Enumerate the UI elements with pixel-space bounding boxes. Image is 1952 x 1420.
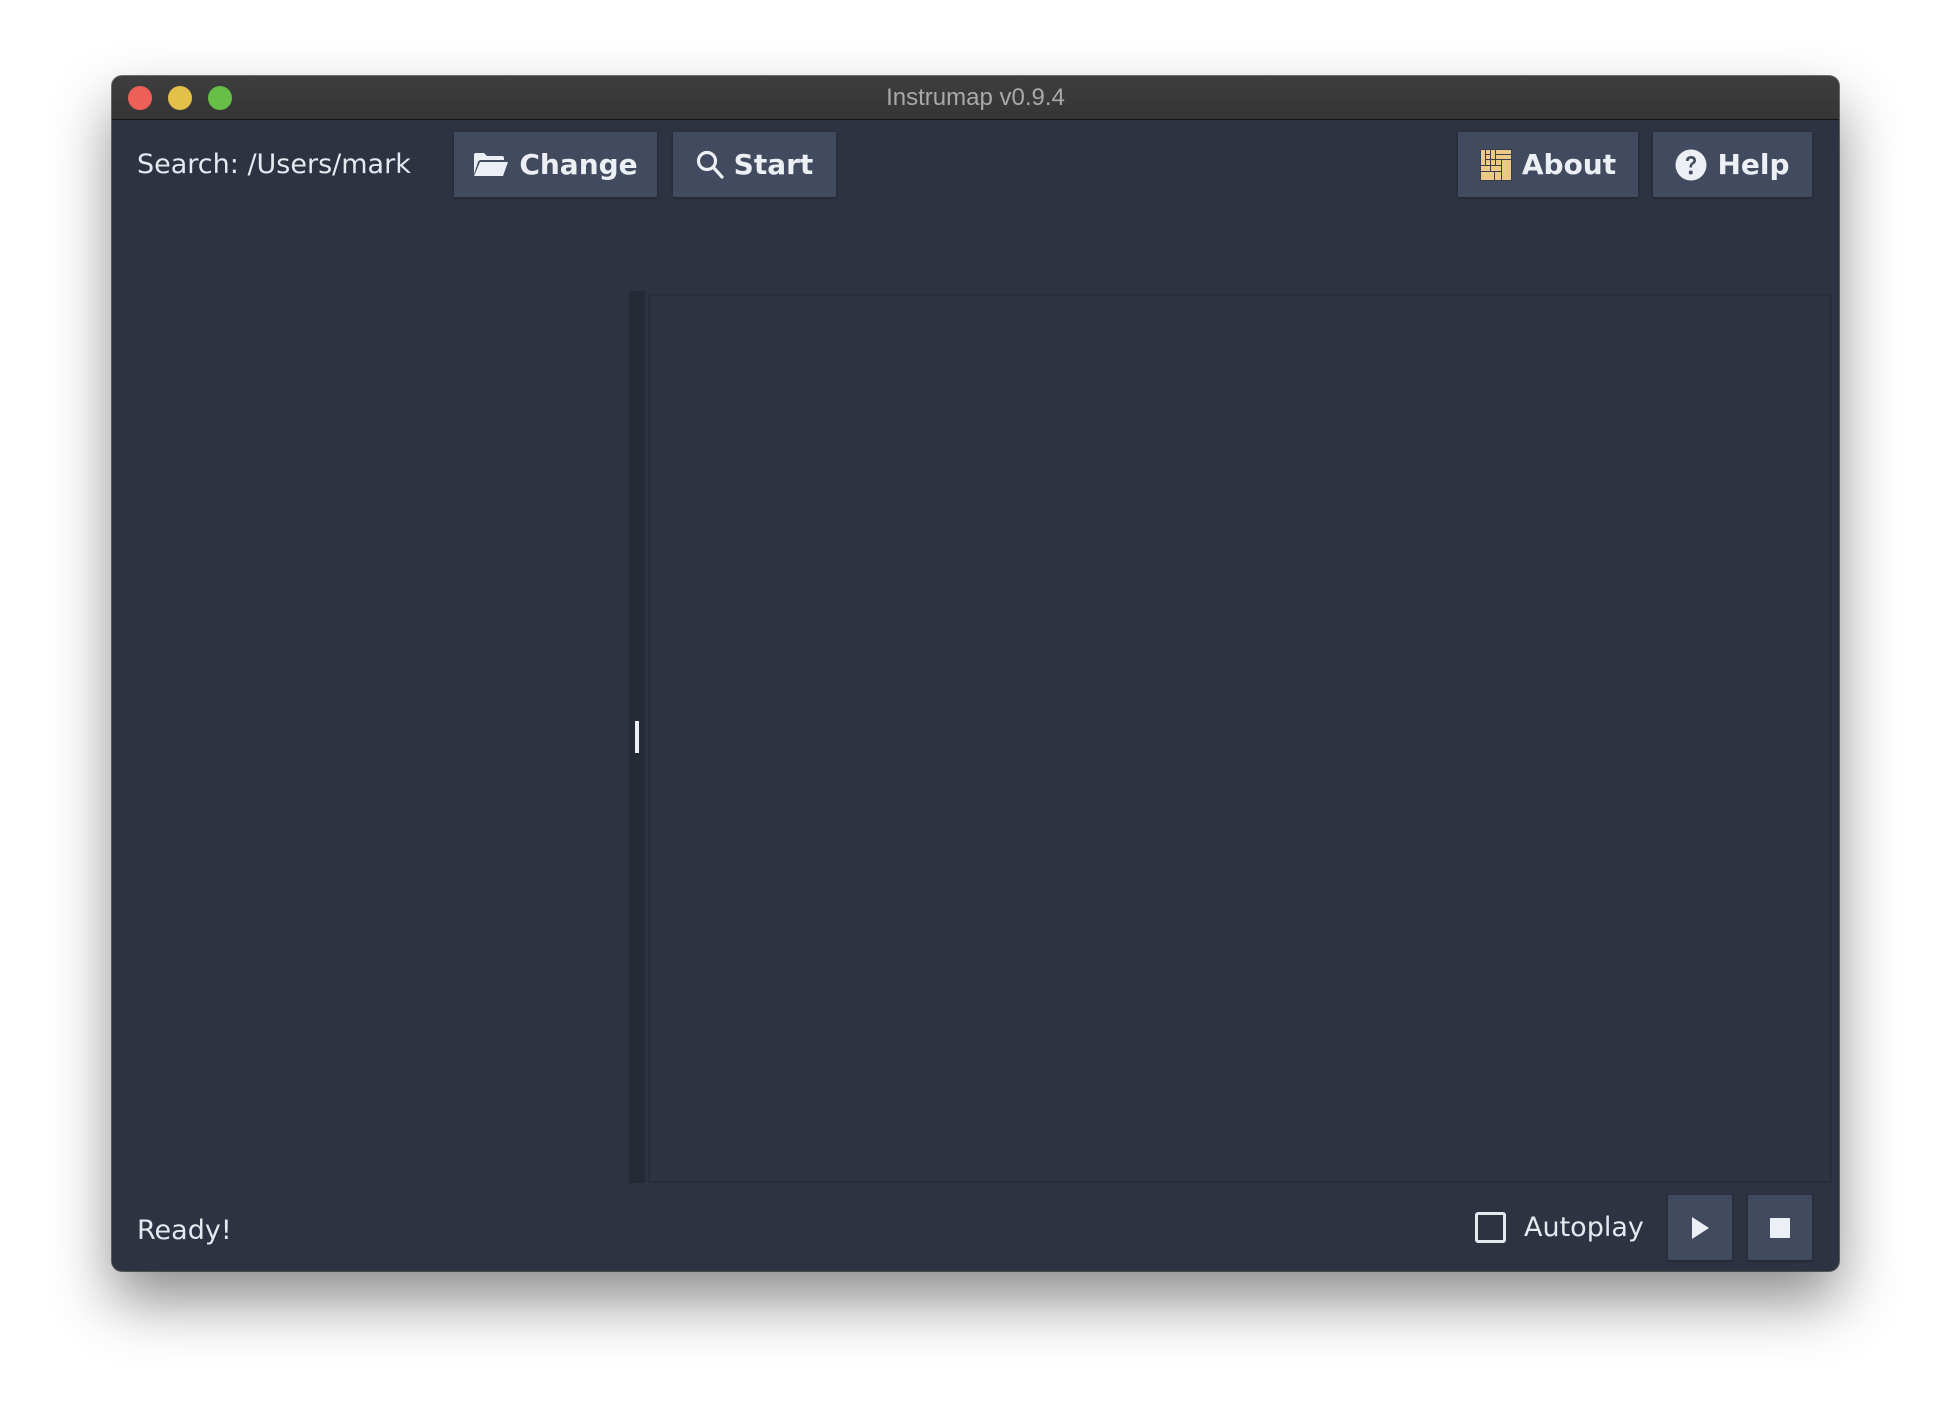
folder-open-icon [473, 152, 509, 177]
start-button[interactable]: Start [673, 132, 836, 197]
search-path-label: Search: /Users/mark [137, 149, 411, 180]
app-window: Instrumap v0.9.4 Search: /Users/mark Cha… [112, 76, 1839, 1271]
file-list-panel[interactable] [112, 291, 629, 1183]
question-circle-icon [1675, 149, 1707, 181]
status-text: Ready! [137, 1215, 232, 1246]
help-button-label: Help [1717, 148, 1790, 181]
about-button-label: About [1521, 148, 1617, 181]
change-button-label: Change [519, 148, 638, 181]
autoplay-label: Autoplay [1524, 1212, 1644, 1243]
panel-splitter[interactable] [629, 291, 645, 1183]
treemap-icon [1479, 148, 1512, 181]
autoplay-checkbox[interactable] [1475, 1212, 1506, 1243]
splitter-handle[interactable] [635, 721, 639, 753]
window-title: Instrumap v0.9.4 [886, 84, 1065, 111]
help-button[interactable]: Help [1653, 132, 1812, 197]
stop-button[interactable] [1748, 1195, 1812, 1260]
play-icon [1690, 1216, 1710, 1240]
search-icon [696, 150, 724, 180]
start-button-label: Start [733, 148, 814, 181]
stop-icon [1770, 1217, 1790, 1238]
map-view-panel[interactable] [648, 294, 1832, 1183]
about-button[interactable]: About [1458, 132, 1638, 197]
title-bar: Instrumap v0.9.4 [112, 76, 1839, 120]
autoplay-toggle[interactable]: Autoplay [1475, 1195, 1644, 1260]
change-button[interactable]: Change [454, 132, 657, 197]
play-button[interactable] [1668, 1195, 1732, 1260]
